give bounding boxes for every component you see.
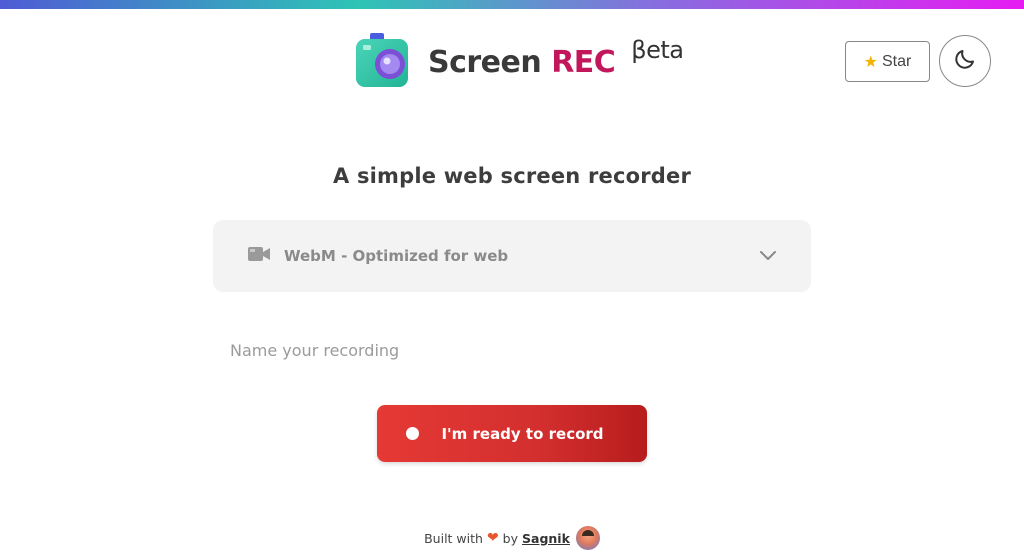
beta-label: βeta (631, 35, 684, 64)
brand-screen: Screen (428, 44, 542, 80)
record-dot-icon (406, 427, 420, 440)
format-select[interactable]: WebM - Optimized for web (213, 220, 811, 292)
author-link[interactable]: Sagnik (522, 531, 570, 546)
format-selected-value: WebM - Optimized for web (284, 247, 509, 265)
record-button-label: I'm ready to record (441, 424, 604, 443)
header: Screen REC βeta ★ Star (0, 9, 1024, 119)
star-label: Star (882, 52, 912, 70)
brand-name: Screen REC βeta (428, 36, 684, 80)
footer-by: by (502, 530, 519, 546)
theme-toggle-button[interactable] (939, 35, 991, 87)
footer-built-with: Built with (424, 530, 483, 546)
heart-icon: ❤ (486, 530, 499, 546)
brand-rec: REC (551, 44, 616, 80)
star-icon: ★ (863, 53, 878, 71)
camera-logo-icon (354, 31, 412, 89)
moon-icon (953, 47, 977, 75)
page-headline: A simple web screen recorder (332, 164, 692, 188)
record-button[interactable]: I'm ready to record (377, 405, 647, 462)
chevron-down-icon (759, 246, 777, 268)
avatar (575, 526, 600, 550)
video-camera-icon (247, 244, 271, 268)
top-gradient-bar (0, 0, 1024, 9)
logo: Screen REC βeta (354, 31, 684, 89)
recording-name-input[interactable] (213, 330, 811, 370)
footer: Built with ❤ by Sagnik (0, 526, 1024, 550)
star-button[interactable]: ★ Star (845, 41, 930, 82)
